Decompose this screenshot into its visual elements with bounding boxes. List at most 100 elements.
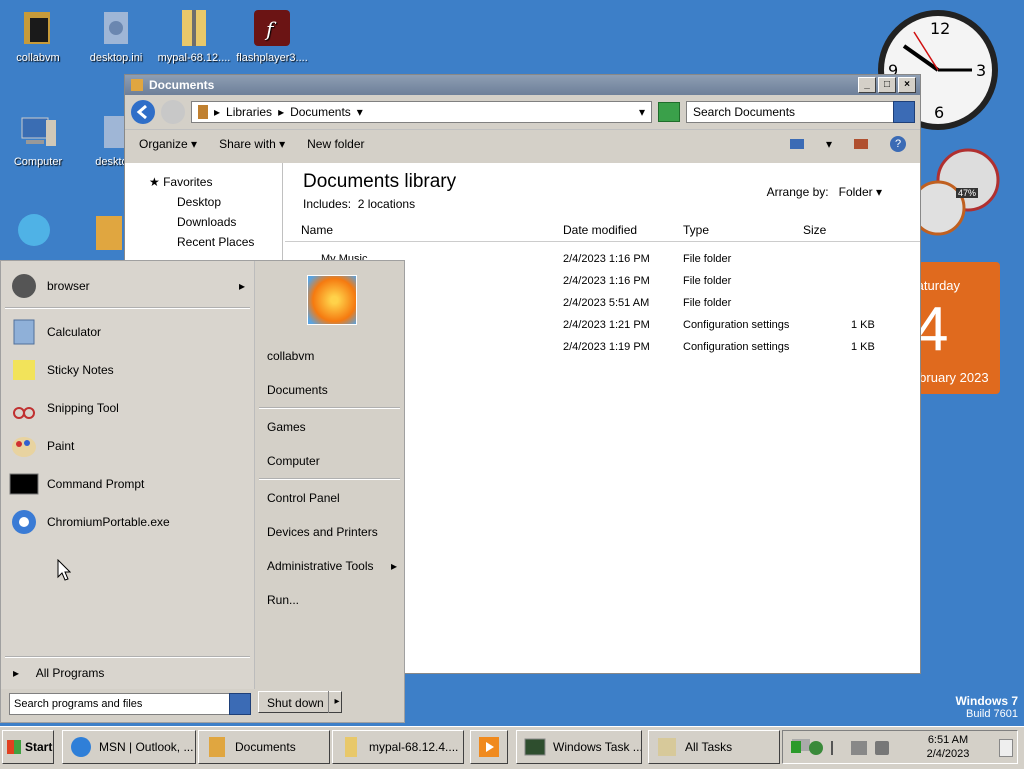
program-command-prompt[interactable]: Command Prompt: [9, 467, 144, 501]
flag-icon[interactable]: [831, 741, 845, 755]
address-dropdown-icon[interactable]: ▾: [639, 105, 645, 119]
column-date-modified[interactable]: Date modified: [563, 223, 637, 237]
window-title-bar[interactable]: Documents _ □ ×: [125, 75, 920, 95]
program-paint[interactable]: Paint: [9, 429, 74, 463]
all-tasks-icon: [655, 735, 679, 759]
volume-muted-icon[interactable]: [875, 741, 889, 755]
folder-icon: [205, 735, 229, 759]
nav-downloads[interactable]: Downloads: [177, 215, 236, 229]
clock-time: 6:51 AM: [927, 734, 969, 746]
close-button[interactable]: ×: [898, 77, 916, 93]
windows-watermark: Windows 7 Build 7601: [955, 694, 1018, 720]
system-tray: 6:51 AM 2/4/2023: [782, 730, 1018, 764]
desktop-icon-computer[interactable]: Computer: [0, 112, 76, 168]
arrange-by-dropdown[interactable]: Folder ▾: [839, 185, 882, 199]
right-item-computer[interactable]: Computer: [267, 454, 320, 468]
search-icon[interactable]: [229, 693, 251, 715]
taskbar-button-all-tasks[interactable]: All Tasks: [648, 730, 780, 764]
windows-logo-icon: [7, 740, 21, 754]
search-icon[interactable]: [893, 101, 915, 123]
taskbar-button-media[interactable]: [470, 730, 508, 764]
calendar-gadget[interactable]: Saturday 4 February 2023: [918, 262, 1000, 394]
chevron-down-icon[interactable]: ▾: [357, 105, 363, 119]
chevron-down-icon[interactable]: ▾: [826, 137, 832, 151]
submenu-arrow-icon: ▸: [13, 666, 20, 680]
media-player-icon: [477, 735, 501, 759]
taskbar-button-mypal[interactable]: mypal-68.12.4....: [332, 730, 464, 764]
user-picture[interactable]: [307, 275, 357, 325]
new-folder-button[interactable]: New folder: [307, 137, 364, 151]
right-item-collabvm[interactable]: collabvm: [267, 349, 314, 363]
desktop-icon-collabvm[interactable]: collabvm: [0, 8, 76, 64]
file-type: File folder: [683, 253, 732, 265]
minimize-button[interactable]: _: [858, 77, 876, 93]
network-icon[interactable]: [14, 210, 56, 252]
file-type: Configuration settings: [683, 319, 790, 331]
start-menu[interactable]: browser ▸ Calculator Sticky Notes Snippi…: [0, 260, 405, 723]
all-programs[interactable]: ▸ All Programs: [13, 666, 104, 680]
network-tray-icon[interactable]: [851, 741, 867, 755]
file-size: 1 KB: [851, 341, 875, 353]
calendar-day: 4: [918, 295, 949, 364]
share-with-menu[interactable]: Share with ▾: [219, 137, 285, 151]
nav-recent-places[interactable]: Recent Places: [177, 235, 254, 249]
window-title: Documents: [149, 78, 215, 92]
search-documents-input[interactable]: Search Documents: [686, 101, 915, 123]
breadcrumb-documents[interactable]: Documents: [290, 105, 351, 119]
cpu-meter-gadget[interactable]: 47%: [910, 148, 1000, 238]
help-icon[interactable]: ?: [890, 136, 906, 152]
start-search-input[interactable]: Search programs and files: [9, 693, 231, 715]
nav-favorites[interactable]: ★ Favorites: [149, 175, 212, 189]
desktop-icon-flashplayer[interactable]: f flashplayer3....: [234, 8, 310, 64]
right-item-control-panel[interactable]: Control Panel: [267, 491, 340, 505]
forward-button[interactable]: [161, 100, 185, 124]
column-size[interactable]: Size: [803, 223, 826, 237]
meter-readout: 47%: [956, 188, 979, 198]
preview-pane-icon[interactable]: [854, 139, 868, 149]
program-chromium[interactable]: ChromiumPortable.exe: [9, 505, 170, 539]
watermark-edition: Windows 7: [955, 694, 1018, 708]
power-icon[interactable]: [809, 741, 823, 755]
address-bar[interactable]: ▸ Libraries ▸ Documents ▾ ▾: [191, 101, 652, 123]
right-item-documents[interactable]: Documents: [267, 383, 328, 397]
paint-icon: [9, 431, 39, 461]
start-button[interactable]: Start: [2, 730, 54, 764]
program-browser[interactable]: browser ▸: [9, 269, 245, 303]
desktop-icon-label: mypal-68.12....: [157, 52, 231, 64]
right-item-games[interactable]: Games: [267, 420, 306, 434]
program-sticky-notes[interactable]: Sticky Notes: [9, 353, 114, 387]
tray-icon-green[interactable]: [791, 741, 801, 753]
right-item-devices-printers[interactable]: Devices and Printers: [267, 525, 378, 539]
column-type[interactable]: Type: [683, 223, 709, 237]
maximize-button[interactable]: □: [878, 77, 896, 93]
refresh-button[interactable]: [658, 102, 680, 122]
column-name[interactable]: Name: [301, 223, 333, 237]
back-button[interactable]: [131, 100, 155, 124]
svg-text:12: 12: [930, 19, 950, 38]
right-item-run[interactable]: Run...: [267, 593, 299, 607]
watermark-build: Build 7601: [966, 708, 1018, 720]
chromium-icon: [9, 507, 39, 537]
right-item-admin-tools[interactable]: Administrative Tools ▸: [267, 559, 397, 573]
locations-link[interactable]: 2 locations: [358, 197, 415, 211]
breadcrumb-libraries[interactable]: Libraries: [226, 105, 272, 119]
organize-menu[interactable]: Organize ▾: [139, 137, 197, 151]
taskbar-button-msn[interactable]: MSN | Outlook, ...: [62, 730, 196, 764]
program-snipping-tool[interactable]: Snipping Tool: [9, 391, 119, 425]
desktop-icon-desktop-ini[interactable]: desktop.ini: [78, 8, 154, 64]
shutdown-options-arrow[interactable]: ▸: [328, 691, 345, 713]
program-calculator[interactable]: Calculator: [9, 315, 101, 349]
svg-text:3: 3: [976, 61, 986, 80]
view-options-icon[interactable]: [789, 139, 804, 149]
scissors-icon: [9, 393, 39, 423]
flash-icon: f: [252, 8, 292, 48]
taskbar-button-documents[interactable]: Documents: [198, 730, 330, 764]
nav-desktop[interactable]: Desktop: [177, 195, 221, 209]
show-desktop-icon[interactable]: [999, 739, 1013, 757]
desktop-icon-mypal[interactable]: mypal-68.12....: [156, 8, 232, 64]
browser-icon: [9, 271, 39, 301]
taskbar-button-task-manager[interactable]: Windows Task ...: [516, 730, 642, 764]
folder-icon[interactable]: [94, 212, 126, 252]
calendar-month: February 2023: [918, 370, 989, 385]
clock[interactable]: 6:51 AM 2/4/2023: [905, 733, 991, 761]
